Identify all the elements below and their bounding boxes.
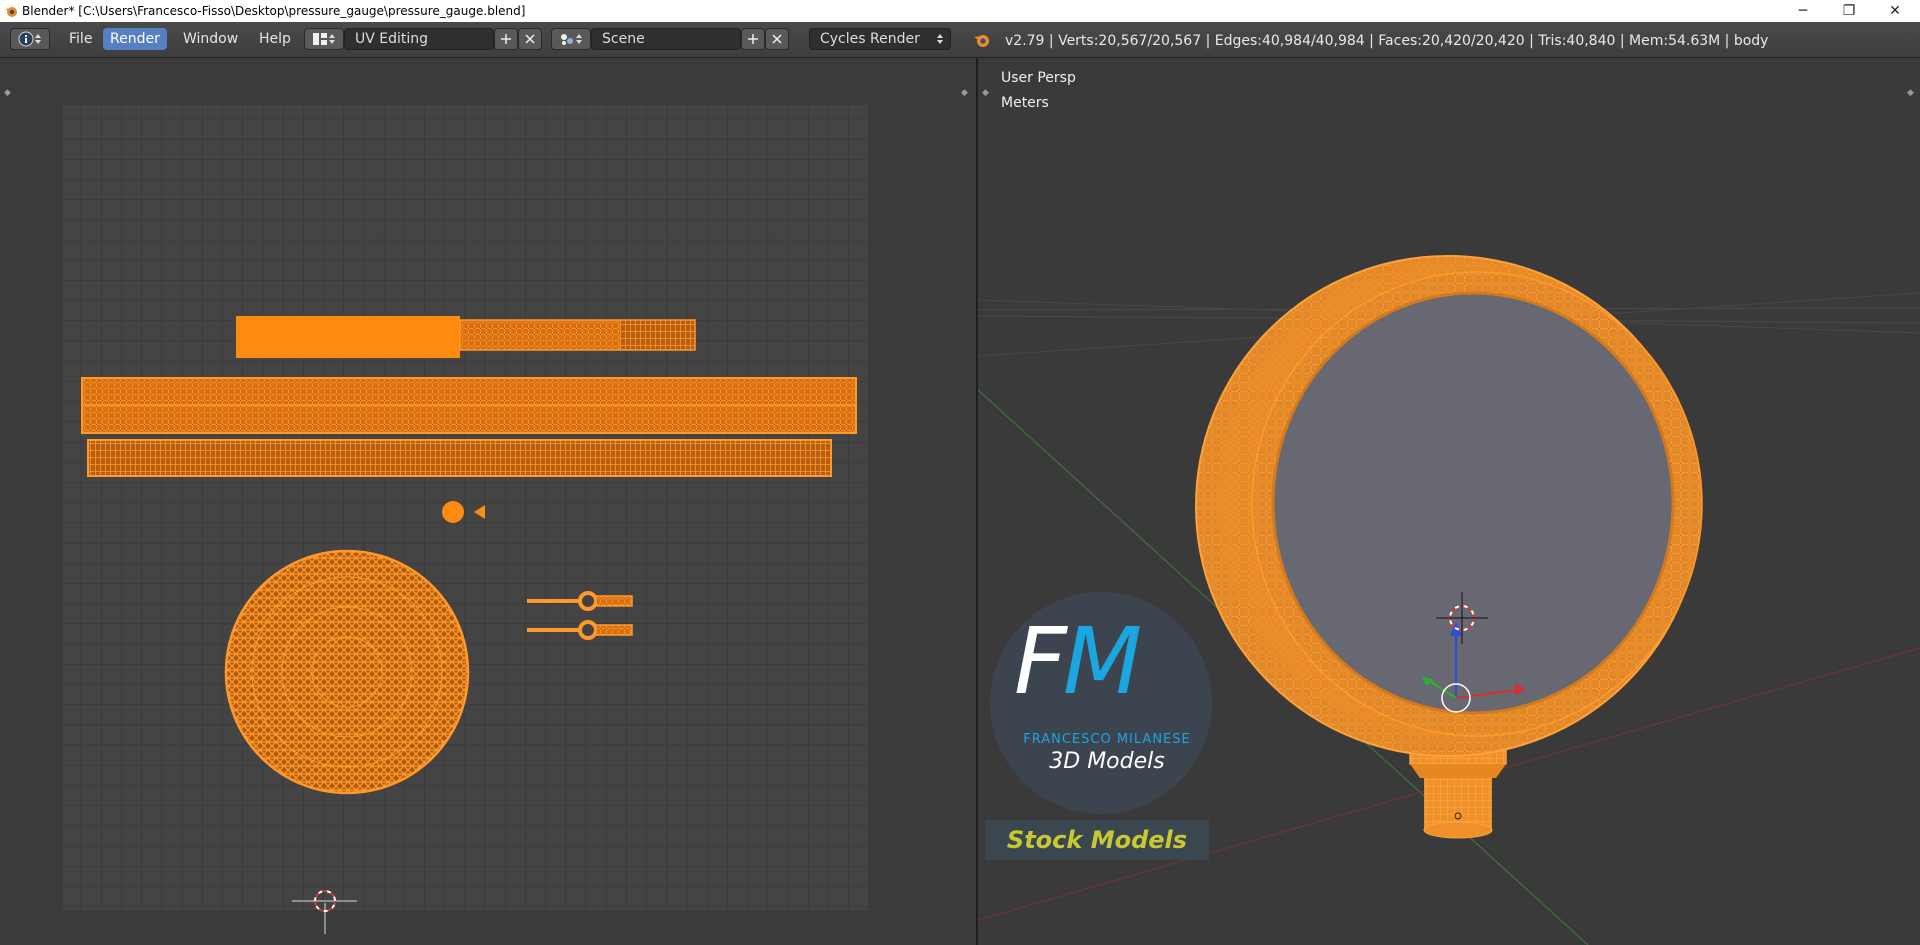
3d-viewport[interactable]: User Persp Meters ◆ ◆ FM FRANCESCO MILAN… bbox=[978, 58, 1920, 945]
watermark-badge: Stock Models bbox=[985, 820, 1209, 860]
watermark-logo-m: M bbox=[1062, 608, 1142, 715]
watermark-logo-f: F bbox=[1014, 608, 1067, 715]
watermark: FM FRANCESCO MILANESE 3D Models bbox=[986, 592, 1212, 818]
window-title: Blender* [C:\Users\Francesco-Fisso\Deskt… bbox=[22, 4, 526, 18]
layout-icon bbox=[313, 33, 327, 45]
editor-type-button[interactable] bbox=[10, 28, 50, 50]
chevron-updown-icon bbox=[329, 34, 335, 44]
menu-window[interactable]: Window bbox=[176, 28, 245, 50]
uv-island-dial-disc[interactable] bbox=[224, 549, 470, 795]
menu-file[interactable]: File bbox=[62, 28, 99, 50]
scene-statistics: v2.79 | Verts:20,567/20,567 | Edges:40,9… bbox=[1005, 33, 1769, 49]
add-icon bbox=[501, 34, 511, 44]
screen-layout-field[interactable]: UV Editing bbox=[344, 28, 494, 50]
area-split-corner-icon[interactable]: ◆ bbox=[961, 88, 969, 98]
chevron-updown-icon bbox=[576, 34, 582, 44]
render-engine-dropdown[interactable]: Cycles Render bbox=[809, 28, 951, 50]
main-header: File Render Window Help UV Editing Scene… bbox=[0, 22, 1920, 58]
render-engine-icon bbox=[974, 35, 989, 47]
chevron-updown-icon bbox=[937, 34, 943, 44]
watermark-subtitle: 3D Models bbox=[1049, 749, 1165, 774]
delete-layout-button[interactable] bbox=[518, 28, 542, 50]
scene-selector[interactable] bbox=[551, 28, 591, 50]
scene-icon bbox=[561, 34, 573, 45]
uv-island-side-strip[interactable] bbox=[87, 439, 832, 477]
uv-image-editor[interactable]: ◆ ◆ bbox=[0, 58, 976, 945]
close-window-button[interactable]: ✕ bbox=[1872, 0, 1918, 22]
info-editor-icon bbox=[18, 31, 34, 47]
gauge-dial-face bbox=[1273, 293, 1673, 713]
uv-island-ring-strip[interactable] bbox=[81, 377, 857, 434]
add-layout-button[interactable] bbox=[494, 28, 518, 50]
watermark-logo: FM bbox=[1014, 616, 1142, 708]
units-label: Meters bbox=[1001, 95, 1049, 111]
minimize-button[interactable]: ─ bbox=[1780, 0, 1826, 22]
close-icon bbox=[525, 34, 535, 44]
scene-field[interactable]: Scene bbox=[591, 28, 741, 50]
close-icon bbox=[772, 34, 782, 44]
blender-logo-icon bbox=[5, 7, 17, 17]
menu-help[interactable]: Help bbox=[252, 28, 298, 50]
area-split-corner-icon[interactable]: ◆ bbox=[4, 88, 12, 98]
add-icon bbox=[748, 34, 758, 44]
chevron-updown-icon bbox=[35, 34, 41, 44]
uv-image-area[interactable] bbox=[63, 105, 868, 910]
view-name-label: User Persp bbox=[1001, 70, 1076, 86]
menu-render[interactable]: Render bbox=[103, 28, 167, 50]
uv-canvas[interactable] bbox=[0, 58, 976, 945]
delete-scene-button[interactable] bbox=[765, 28, 789, 50]
area-split-corner-icon[interactable]: ◆ bbox=[982, 88, 990, 98]
add-scene-button[interactable] bbox=[741, 28, 765, 50]
screen-layout-selector[interactable] bbox=[304, 28, 344, 50]
area-split-corner-icon[interactable]: ◆ bbox=[1907, 88, 1915, 98]
window-titlebar: Blender* [C:\Users\Francesco-Fisso\Deskt… bbox=[0, 0, 1920, 22]
restore-button[interactable]: ❐ bbox=[1826, 0, 1872, 22]
gauge-body[interactable] bbox=[1195, 255, 1703, 757]
watermark-author: FRANCESCO MILANESE bbox=[1023, 732, 1191, 747]
render-engine-label: Cycles Render bbox=[820, 31, 920, 47]
